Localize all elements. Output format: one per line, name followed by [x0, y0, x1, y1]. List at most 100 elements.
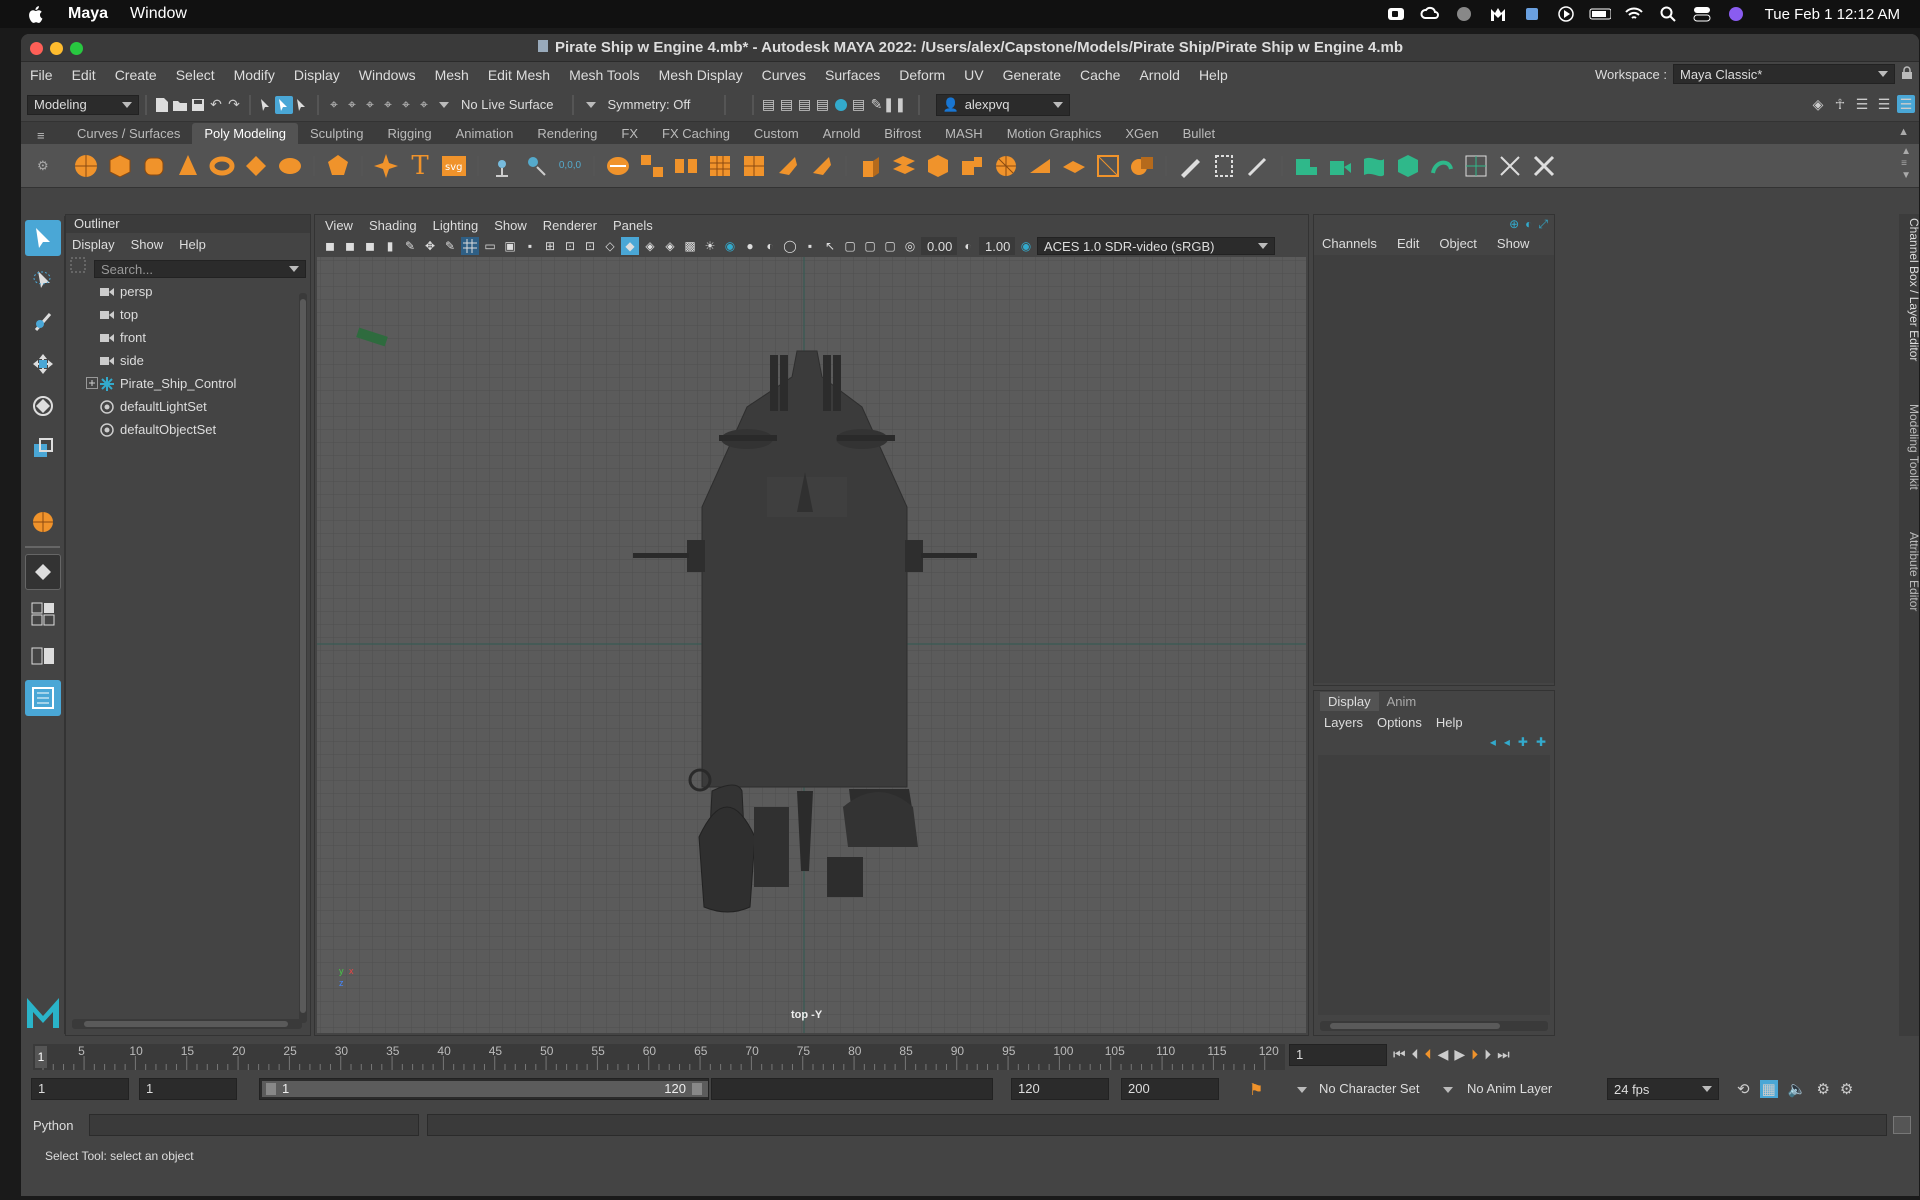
lasso-tool-icon[interactable] — [25, 262, 61, 298]
remesh-icon[interactable] — [771, 149, 805, 183]
retopologize-icon[interactable] — [805, 149, 839, 183]
settings-icon[interactable]: ⚙ — [1840, 1080, 1853, 1098]
outliner-item-default-light-set[interactable]: defaultLightSet — [66, 395, 310, 418]
step-back-frame-icon[interactable]: ⏴ — [1412, 1046, 1419, 1063]
gamma-icon[interactable]: ◐ — [959, 237, 977, 255]
exposure-field[interactable]: 0.00 — [921, 237, 957, 255]
platonic-solid-icon[interactable] — [321, 149, 355, 183]
outliner-horizontal-scrollbar[interactable] — [72, 1019, 302, 1029]
single-perspective-layout-icon[interactable] — [25, 554, 61, 590]
mac-clock[interactable]: Tue Feb 1 12:12 AM — [1765, 6, 1900, 23]
viewport-menu-panels[interactable]: Panels — [613, 218, 653, 233]
shelf-tab-custom[interactable]: Custom — [742, 123, 811, 144]
facetime-icon[interactable] — [1385, 5, 1407, 23]
menu-create[interactable]: Create — [115, 67, 157, 83]
gamma-field[interactable]: 1.00 — [979, 237, 1015, 255]
malwarebytes-icon[interactable] — [1487, 5, 1509, 23]
scale-tool-icon[interactable] — [25, 430, 61, 466]
creative-cloud-icon[interactable] — [1419, 5, 1441, 23]
menu-file[interactable]: File — [30, 67, 53, 83]
chevron-down-icon[interactable] — [439, 101, 449, 108]
type-tool-icon[interactable]: T — [403, 149, 437, 183]
animation-end-field[interactable]: 200 — [1121, 1078, 1219, 1100]
outliner-item-default-object-set[interactable]: defaultObjectSet — [66, 418, 310, 441]
smooth-shade-icon[interactable]: ◆ — [621, 237, 639, 255]
viewport-canvas[interactable]: x y z top -Y — [317, 257, 1306, 1033]
super-shape-icon[interactable] — [369, 149, 403, 183]
range-slider-handle[interactable] — [262, 1081, 708, 1097]
menu-deform[interactable]: Deform — [899, 67, 945, 83]
anim-layer-label[interactable]: No Anim Layer — [1467, 1081, 1552, 1096]
outliner-item-pirate-ship-control[interactable]: Pirate_Ship_Control — [66, 372, 310, 395]
shelf-tab-mash[interactable]: MASH — [933, 123, 995, 144]
wireframe-on-shaded-icon[interactable]: ◈ — [641, 237, 659, 255]
circularize-icon[interactable] — [1425, 149, 1459, 183]
snap-grid-icon[interactable]: ⌖ — [325, 96, 343, 114]
playback-end-field[interactable]: 120 — [1011, 1078, 1109, 1100]
chevron-down-icon[interactable] — [1443, 1087, 1453, 1093]
snap-projected-center-icon[interactable]: ⌖ — [379, 96, 397, 114]
menu-uv[interactable]: UV — [964, 67, 983, 83]
exposure-icon[interactable]: ◎ — [901, 237, 919, 255]
menu-modify[interactable]: Modify — [234, 67, 275, 83]
move-tool-icon[interactable] — [25, 346, 61, 382]
shadows-icon[interactable]: ◉ — [721, 237, 739, 255]
menu-set-dropdown[interactable]: Modeling — [27, 94, 139, 115]
open-scene-icon[interactable] — [171, 96, 189, 114]
mirror-icon[interactable] — [669, 149, 703, 183]
color-management-icon[interactable]: ◉ — [1017, 237, 1035, 255]
character-set-label[interactable]: No Character Set — [1319, 1081, 1419, 1096]
maximize-window-button[interactable] — [70, 42, 83, 55]
chevron-down-icon[interactable] — [585, 101, 596, 108]
new-scene-icon[interactable] — [153, 96, 171, 114]
sweep-mesh-icon[interactable] — [485, 149, 519, 183]
edge-flow-icon[interactable] — [1391, 149, 1425, 183]
animation-preferences-icon[interactable]: ⚙ — [1816, 1080, 1829, 1098]
channel-menu-object[interactable]: Object — [1439, 236, 1477, 251]
select-tool-icon[interactable] — [25, 220, 61, 256]
menu-surfaces[interactable]: Surfaces — [825, 67, 880, 83]
extrude-icon[interactable] — [853, 149, 887, 183]
viewport-menu-lighting[interactable]: Lighting — [433, 218, 479, 233]
menu-mesh-display[interactable]: Mesh Display — [659, 67, 743, 83]
undo-icon[interactable]: ↶ — [207, 96, 225, 114]
outliner-item-front[interactable]: front — [66, 326, 310, 349]
layer-menu-options[interactable]: Options — [1377, 715, 1422, 730]
target-weld-icon[interactable] — [1207, 149, 1241, 183]
poly-cube-icon[interactable] — [103, 149, 137, 183]
animation-start-field[interactable]: 1 — [31, 1078, 129, 1100]
uv-cut-icon[interactable] — [1493, 149, 1527, 183]
outliner-search-input[interactable]: Search... — [94, 260, 306, 278]
boolean-icon[interactable] — [1125, 149, 1159, 183]
menu-cache[interactable]: Cache — [1080, 67, 1120, 83]
wedge-icon[interactable] — [1023, 149, 1057, 183]
shelf-tab-bullet[interactable]: Bullet — [1171, 123, 1228, 144]
pause-icon[interactable]: ❚❚ — [883, 96, 906, 114]
isolate-select-icon[interactable]: ↖ — [821, 237, 839, 255]
shelf-tab-sculpting[interactable]: Sculpting — [298, 123, 375, 144]
modeling-toolkit-icon[interactable]: ◈ — [1809, 95, 1827, 113]
save-scene-icon[interactable] — [189, 96, 207, 114]
bevel-icon[interactable] — [921, 149, 955, 183]
motion-blur-icon[interactable]: ◐ — [761, 237, 779, 255]
side-tab-channel-box[interactable]: Channel Box / Layer Editor — [1899, 218, 1919, 361]
xray-joints-icon[interactable]: ▢ — [841, 237, 859, 255]
select-object-icon[interactable] — [275, 95, 293, 114]
uv-tool-icon[interactable] — [1527, 149, 1561, 183]
field-chart-icon[interactable]: ⊞ — [541, 237, 559, 255]
range-end-grip[interactable] — [692, 1083, 702, 1095]
viewport-menu-show[interactable]: Show — [494, 218, 527, 233]
play-forwards-icon[interactable]: ▶ — [1454, 1046, 1465, 1063]
uv-editor-icon[interactable] — [1459, 149, 1493, 183]
poly-plane-icon[interactable] — [239, 149, 273, 183]
new-layer-selected-icon[interactable]: ✚ — [1536, 735, 1546, 749]
scrollbar-thumb[interactable] — [1330, 1023, 1500, 1029]
time-slider-track[interactable]: 5 10 15 20 25 30 35 40 45 50 55 60 65 70 75 80 85 90 95 100… — [33, 1044, 1285, 1070]
last-used-tool-icon[interactable] — [25, 504, 61, 540]
outliner-layout-icon[interactable] — [25, 680, 61, 716]
shelf-menu-icon[interactable]: ≡ — [37, 128, 45, 143]
quad-draw-icon[interactable] — [1289, 149, 1323, 183]
shelf-tab-curves-surfaces[interactable]: Curves / Surfaces — [65, 123, 192, 144]
xray-active-icon[interactable]: ▢ — [861, 237, 879, 255]
poke-icon[interactable] — [989, 149, 1023, 183]
